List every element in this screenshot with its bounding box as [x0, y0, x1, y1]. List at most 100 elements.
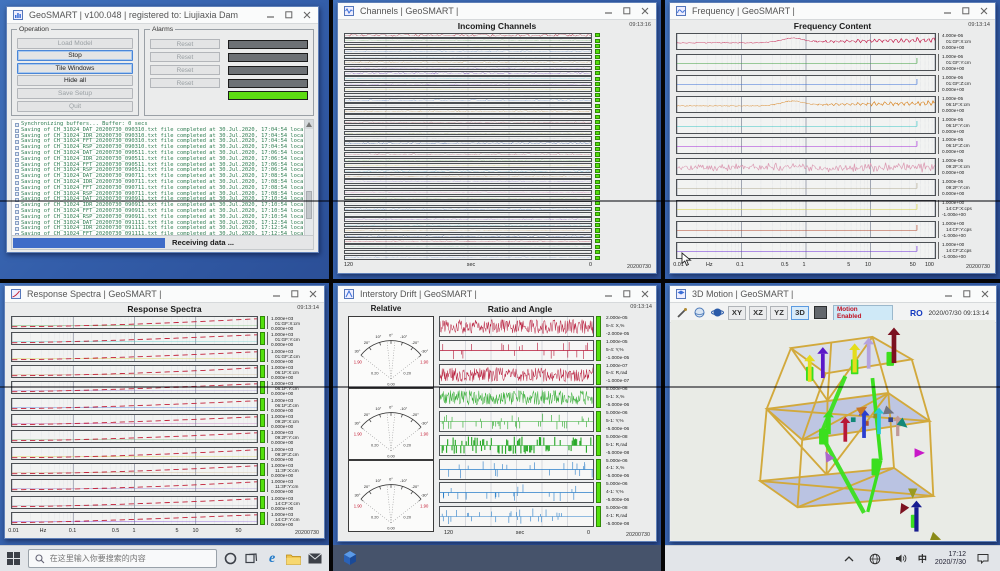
view-xy-button[interactable]: XY: [728, 306, 746, 320]
channel-strip: [344, 98, 592, 103]
maximize-button[interactable]: [959, 288, 975, 301]
task-view-icon[interactable]: [245, 550, 259, 568]
info-icon: [15, 210, 19, 214]
view-3d-button[interactable]: 3D: [791, 306, 809, 320]
ime-indicator[interactable]: 中: [918, 552, 927, 565]
message-log[interactable]: Synchronizing buffers... Buffer: 0 secsS…: [11, 119, 314, 236]
channel-row: [344, 98, 600, 103]
close-button[interactable]: [976, 5, 992, 18]
spectra-row: 1.000e+0311:3F:X:cm0.000e+00: [11, 463, 319, 476]
min-value: 0.000e+00: [271, 391, 319, 396]
maximize-button[interactable]: [619, 5, 635, 18]
minimize-button[interactable]: [269, 288, 285, 301]
maximize-button[interactable]: [958, 5, 974, 18]
close-button[interactable]: [299, 9, 315, 22]
edge-icon[interactable]: e: [265, 550, 279, 568]
channel-row: [344, 66, 600, 71]
tray-clock[interactable]: 17:12 2020/7/30: [935, 551, 966, 567]
volume-icon[interactable]: [892, 550, 910, 568]
spectra-row: 1.000e+0306:1F:X:cm0.000e+00: [11, 365, 319, 378]
channel-row: [344, 93, 600, 98]
titlebar-spectra[interactable]: Response Spectra | GeoSMART |: [5, 286, 324, 303]
titlebar-main[interactable]: GeoSMART | v100.048 | registered to: Liu…: [7, 7, 318, 24]
titlebar-frequency[interactable]: Frequency | GeoSMART |: [670, 3, 995, 20]
search-input[interactable]: [50, 554, 210, 563]
log-scrollbar[interactable]: [304, 120, 313, 235]
app-icon: [8, 287, 23, 302]
min-value: 0.000e+00: [942, 170, 990, 175]
min-value: -2.000e-05: [606, 332, 651, 337]
max-value: 5.000e-06: [606, 411, 651, 416]
channel-row: [344, 103, 600, 108]
operation-button-save-setup[interactable]: Save Setup: [17, 88, 133, 99]
3d-structure-model: [680, 320, 990, 540]
alarm-reset-button[interactable]: Reset: [150, 65, 220, 75]
minimize-button[interactable]: [263, 9, 279, 22]
svg-text:-20°: -20°: [412, 484, 420, 489]
channel-strip: [344, 228, 592, 233]
status-led: [595, 228, 600, 232]
operation-button-hide-all[interactable]: Hide all: [17, 75, 133, 86]
app-cube-icon[interactable]: [341, 549, 359, 567]
status-led: [595, 147, 600, 151]
orbit-tool-icon[interactable]: [692, 305, 707, 320]
alarm-reset-button[interactable]: Reset: [150, 78, 220, 88]
operation-button-load-model[interactable]: Load Model: [17, 38, 133, 49]
network-icon[interactable]: [866, 550, 884, 568]
titlebar-drift[interactable]: Interstory Drift | GeoSMART |: [338, 286, 656, 303]
channel-strip: [344, 190, 592, 195]
channel-row: [344, 141, 600, 146]
minimize-button[interactable]: [601, 5, 617, 18]
status-led: [595, 185, 600, 189]
3d-viewport[interactable]: [671, 320, 995, 540]
minimize-button[interactable]: [941, 288, 957, 301]
channel-label: 2.000e-055-4: X,%-2.000e-05: [603, 316, 651, 337]
min-value: -5.000e-06: [606, 427, 651, 432]
minimize-button[interactable]: [601, 288, 617, 301]
channel-strip: [344, 60, 592, 65]
background-swatch[interactable]: [814, 306, 827, 319]
notification-icon[interactable]: [974, 550, 992, 568]
operation-button-quit[interactable]: Quit: [17, 101, 133, 112]
status-led: [595, 239, 600, 243]
maximize-button[interactable]: [619, 288, 635, 301]
window-title: Frequency | GeoSMART |: [692, 6, 936, 16]
date-label: 20200730: [626, 532, 650, 538]
minimize-button[interactable]: [940, 5, 956, 18]
taskbar-search[interactable]: [28, 549, 217, 568]
view-yz-button[interactable]: YZ: [770, 306, 788, 320]
close-button[interactable]: [305, 288, 321, 301]
view-xz-button[interactable]: XZ: [749, 306, 767, 320]
rotate-3d-icon[interactable]: [710, 305, 725, 320]
max-value: 5.000e-08: [606, 435, 651, 440]
frequency-row: 1.000e-0601:GF:Z:cm0.000e+00: [676, 75, 990, 92]
file-explorer-icon[interactable]: [286, 550, 301, 568]
operation-button-tile-windows[interactable]: Tile Windows: [17, 63, 133, 74]
maximize-button[interactable]: [287, 288, 303, 301]
titlebar-channels[interactable]: Channels | GeoSMART |: [338, 3, 656, 20]
status-led: [595, 163, 600, 167]
max-value: 5.000e-06: [606, 387, 651, 392]
scroll-up-arrow[interactable]: [305, 120, 313, 129]
date-label: 20200730: [295, 530, 319, 536]
svg-text:30°: 30°: [355, 349, 361, 354]
channel-name: 14:CF:Y:cps: [942, 227, 990, 232]
close-button[interactable]: [977, 288, 993, 301]
cortana-icon[interactable]: [224, 550, 238, 568]
axis-tick: 1: [133, 528, 136, 534]
spectra-row-list: 1.000e+0301:GF:X:cm0.000e+001.000e+0301:…: [11, 316, 319, 525]
maximize-button[interactable]: [281, 9, 297, 22]
scroll-thumb[interactable]: [306, 191, 312, 219]
start-button[interactable]: [7, 550, 21, 568]
close-button[interactable]: [637, 288, 653, 301]
probe-tool-icon[interactable]: [674, 305, 689, 320]
close-button[interactable]: [637, 5, 653, 18]
operation-button-stop[interactable]: Stop: [17, 50, 133, 61]
alarm-level-bar: [228, 66, 308, 75]
alarm-reset-button[interactable]: Reset: [150, 52, 220, 62]
titlebar-motion[interactable]: 3D Motion | GeoSMART |: [670, 286, 996, 303]
mail-icon[interactable]: [308, 550, 322, 568]
alarm-reset-button[interactable]: Reset: [150, 39, 220, 49]
channel-label: 5.000e-064-1: X,%-5.000e-06: [603, 459, 651, 480]
tray-chevron-icon[interactable]: [840, 550, 858, 568]
